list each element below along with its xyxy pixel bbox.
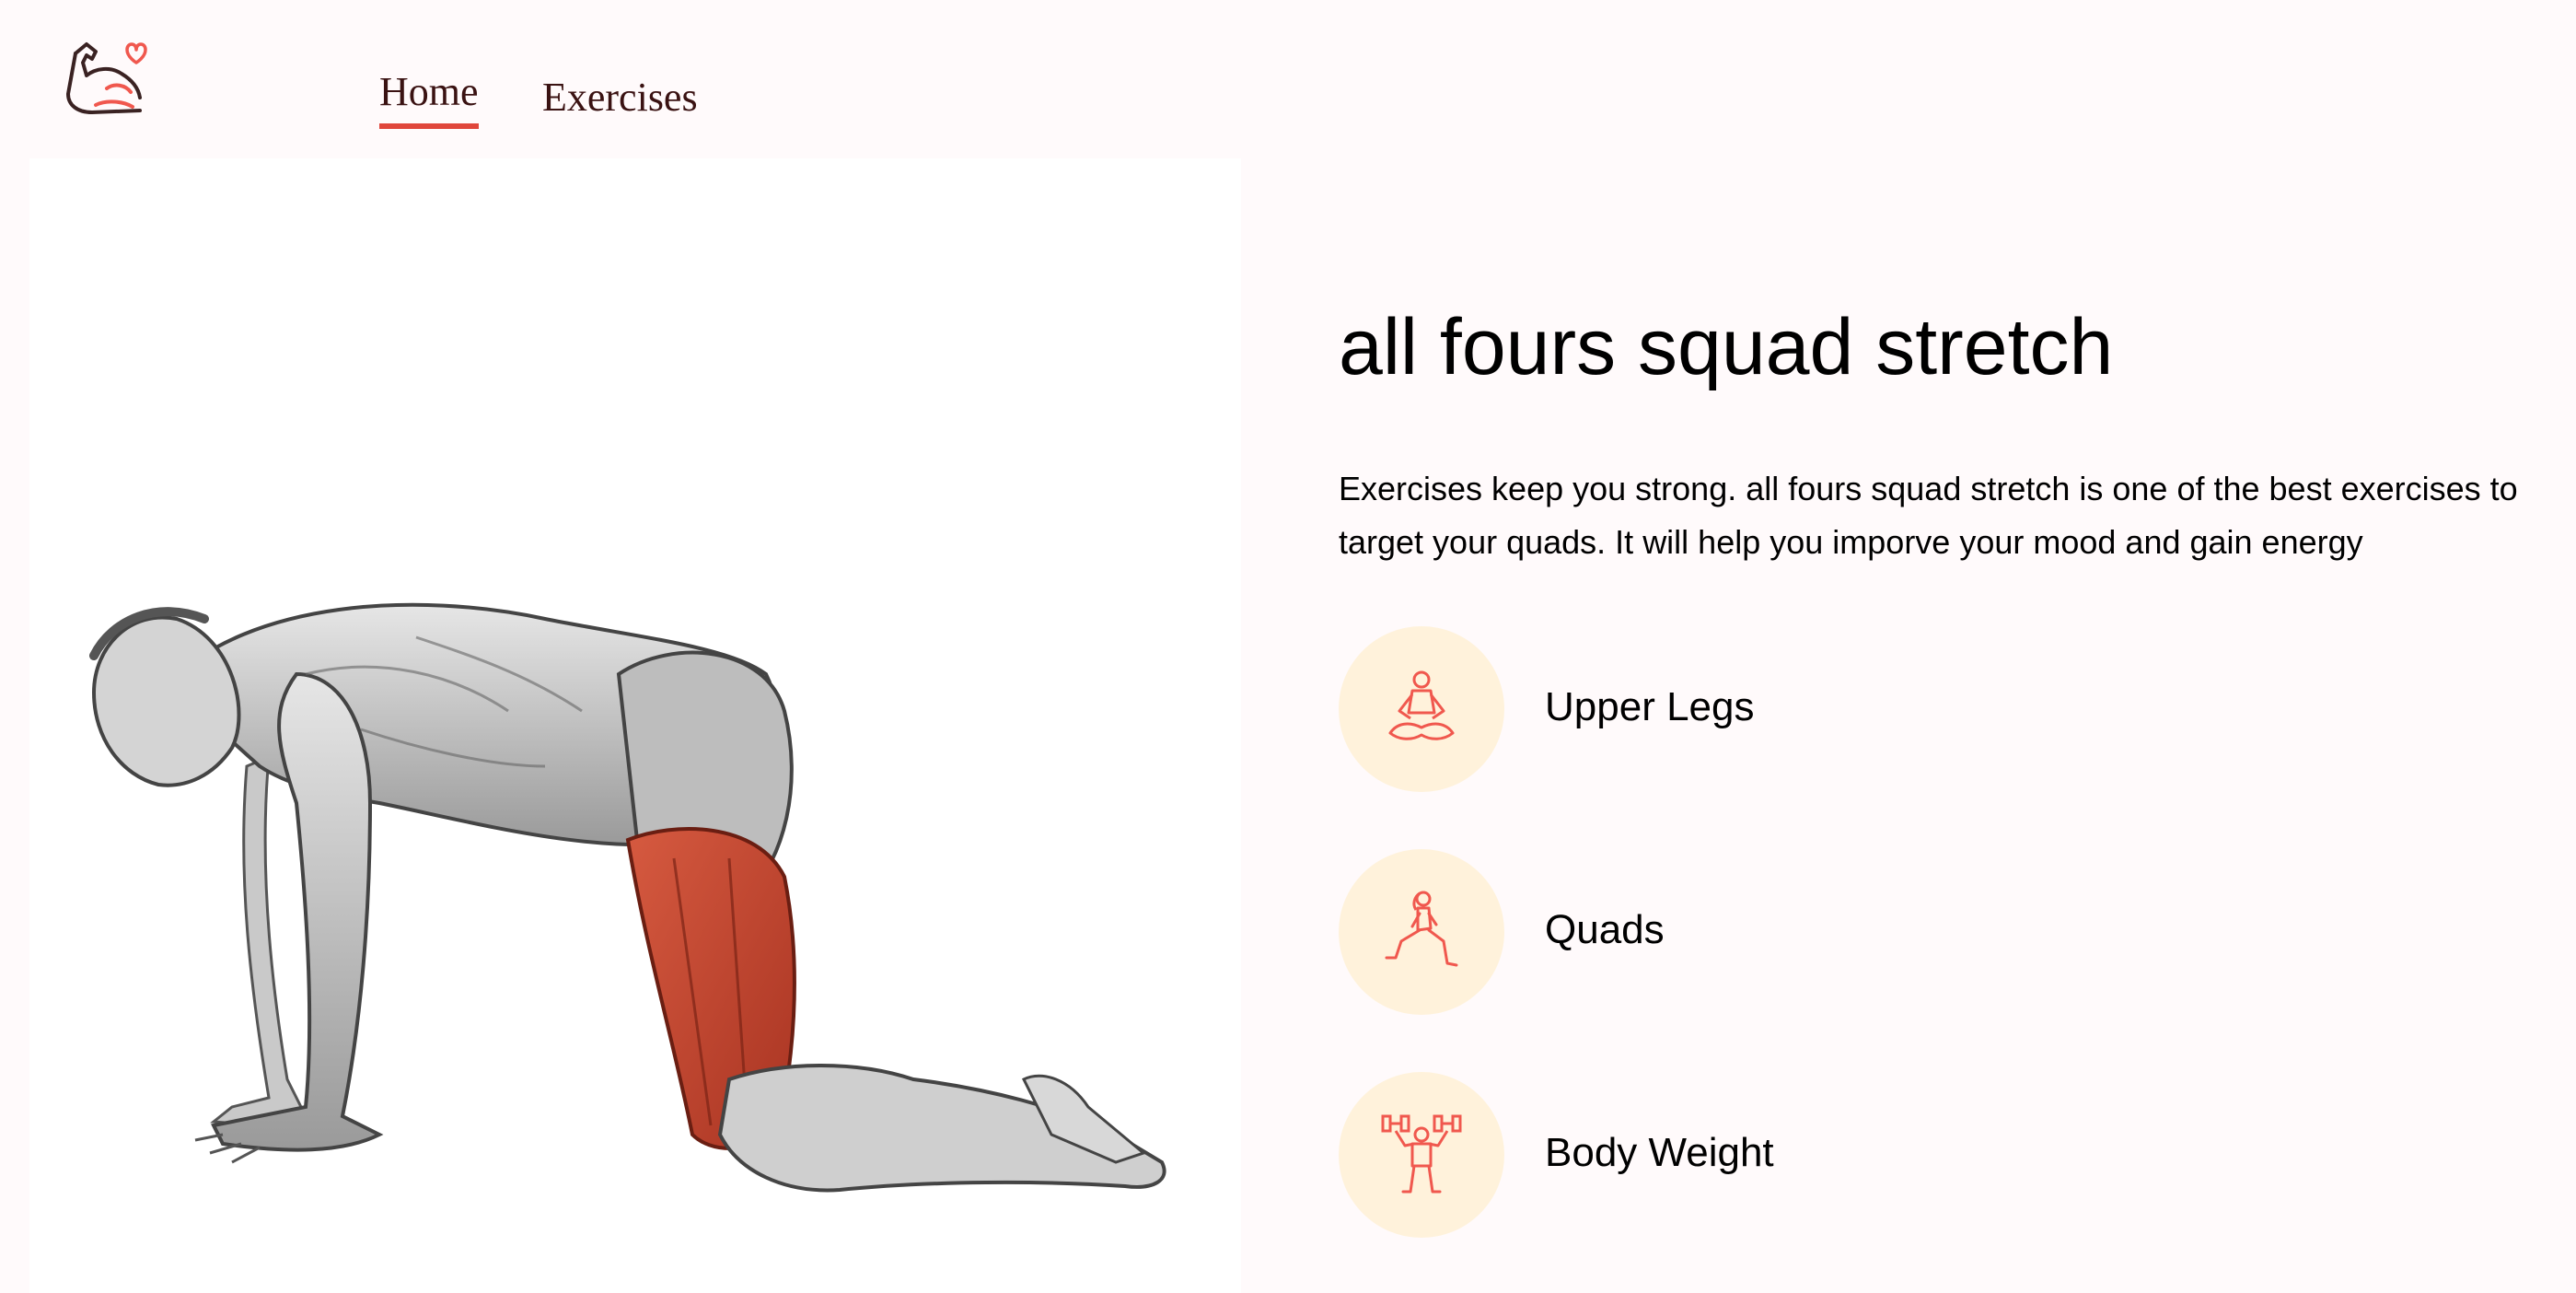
detail-item-target: Quads: [1339, 849, 2167, 1015]
logo[interactable]: [59, 35, 151, 127]
exercise-detail-page: Home Exercises all fours squad stretch E…: [0, 0, 2576, 1293]
detail-icon-circle: [1339, 1072, 1504, 1238]
detail-label-equipment: Body Weight: [1545, 1130, 1774, 1175]
anatomy-figure-icon: [89, 602, 1166, 1193]
exercise-image: [29, 158, 1241, 1293]
detail-item-equipment: Body Weight: [1339, 1072, 2167, 1238]
exercise-title: all fours squad stretch: [1339, 303, 2114, 391]
detail-icon-circle: [1339, 626, 1504, 792]
nav-link-exercises[interactable]: Exercises: [542, 77, 698, 118]
detail-label-body-part: Upper Legs: [1545, 684, 1755, 729]
flexed-arm-heart-icon: [66, 42, 147, 114]
detail-icon-circle: [1339, 849, 1504, 1015]
meditation-person-icon: [1388, 670, 1455, 740]
navbar: Home Exercises: [0, 0, 2576, 158]
detail-item-body-part: Upper Legs: [1339, 626, 2167, 792]
exercise-description: Exercises keep you strong. all fours squ…: [1339, 470, 2518, 561]
detail-label-target: Quads: [1545, 907, 1665, 952]
nav-link-home[interactable]: Home: [379, 72, 479, 129]
dumbbell-lifter-icon: [1381, 1114, 1462, 1194]
lunge-person-icon: [1385, 891, 1458, 967]
